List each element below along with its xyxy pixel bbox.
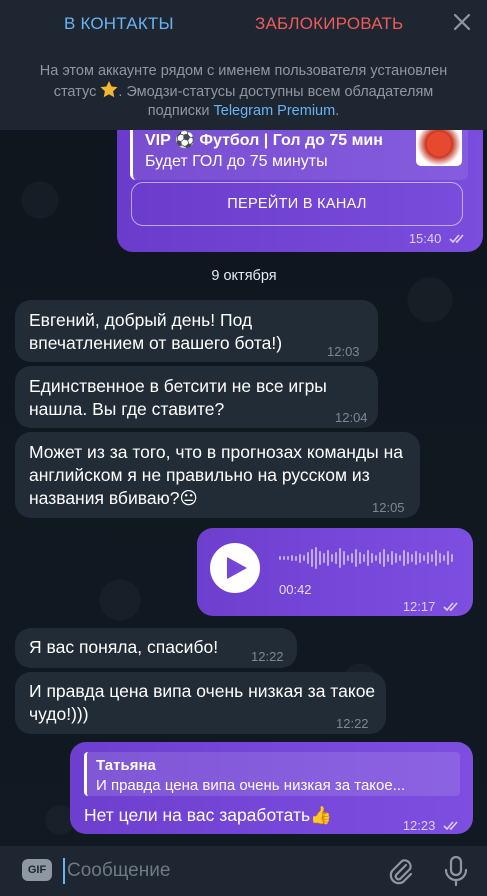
- message-time: 12:17: [403, 595, 461, 618]
- voice-waveform[interactable]: [279, 545, 459, 571]
- message-text: Нет цели на вас заработать👍: [84, 804, 332, 827]
- play-button[interactable]: [210, 543, 260, 593]
- incoming-message[interactable]: Я вас поняла, спасибо! 12:22: [15, 628, 297, 668]
- message-text: И правда цена випа очень низкая за такое…: [29, 681, 376, 724]
- message-text: Может из за того, что в прогнозах команд…: [29, 441, 409, 510]
- premium-status-note: На этом аккаунте рядом с именем пользова…: [30, 62, 457, 121]
- thumbs-up-emoji-icon: 👍: [310, 805, 332, 825]
- message-text: Единственное в бетсити не все игры нашла…: [29, 376, 327, 419]
- voice-message[interactable]: 00:42 12:17: [197, 528, 473, 616]
- message-text-content: Нет цели на вас заработать: [84, 805, 311, 825]
- go-to-channel-button[interactable]: ПЕРЕЙТИ В КАНАЛ: [131, 182, 463, 226]
- message-text: Я вас поняла, спасибо!: [29, 637, 219, 657]
- close-icon[interactable]: [450, 10, 474, 34]
- incoming-message[interactable]: И правда цена випа очень низкая за такое…: [15, 672, 386, 734]
- message-time: 12:03: [327, 344, 360, 359]
- quoted-text: И правда цена випа очень низкая за такое…: [96, 777, 406, 794]
- top-actions: В КОНТАКТЫ ЗАБЛОКИРОВАТЬ: [0, 0, 487, 48]
- message-input[interactable]: [63, 858, 363, 884]
- message-text: Евгений, добрый день! Под впечатлением о…: [29, 310, 283, 353]
- message-time: 15:40: [409, 231, 467, 246]
- message-time: 12:23: [403, 814, 461, 837]
- read-checks-icon: [449, 234, 464, 244]
- microphone-icon[interactable]: [443, 855, 469, 887]
- message-time: 12:04: [335, 410, 368, 425]
- message-time: 12:22: [336, 716, 369, 731]
- incoming-message[interactable]: Евгений, добрый день! Под впечатлением о…: [15, 300, 378, 362]
- note-end: .: [335, 103, 340, 119]
- vip-thumbnail-image: [416, 126, 462, 166]
- quoted-message[interactable]: Татьяна И правда цена випа очень низкая …: [84, 752, 460, 796]
- read-checks-icon: [443, 602, 458, 612]
- voice-duration: 00:42: [279, 582, 312, 597]
- reply-message[interactable]: Татьяна И правда цена випа очень низкая …: [70, 742, 473, 834]
- message-text-content: Может из за того, что в прогнозах команд…: [29, 442, 403, 508]
- incoming-message[interactable]: Единственное в бетсити не все игры нашла…: [15, 366, 378, 428]
- attachment-clip-icon[interactable]: [386, 856, 414, 886]
- vip-title: VIP ⚽ Футбол | Гол до 75 мин: [145, 132, 383, 149]
- play-icon: [227, 557, 247, 579]
- vip-channel-message: VIP ⚽ Футбол | Гол до 75 мин Будет ГОЛ д…: [117, 120, 483, 252]
- block-user-button[interactable]: ЗАБЛОКИРОВАТЬ: [255, 14, 403, 34]
- read-checks-icon: [443, 821, 458, 831]
- neutral-face-emoji-icon: 😐: [179, 488, 198, 508]
- message-time: 12:22: [251, 649, 284, 664]
- star-status-icon: [100, 81, 118, 102]
- message-time: 12:05: [372, 500, 405, 515]
- add-to-contacts-button[interactable]: В КОНТАКТЫ: [64, 14, 174, 34]
- date-separator: 9 октября: [211, 268, 277, 284]
- incoming-message[interactable]: Может из за того, что в прогнозах команд…: [15, 432, 420, 518]
- top-banner: В КОНТАКТЫ ЗАБЛОКИРОВАТЬ На этом аккаунт…: [0, 0, 487, 130]
- gif-icon[interactable]: GIF: [22, 859, 52, 881]
- vip-subtitle: Будет ГОЛ до 75 минуты: [145, 153, 328, 170]
- telegram-premium-link[interactable]: Telegram Premium: [214, 103, 336, 119]
- message-input-bar: GIF: [0, 846, 487, 896]
